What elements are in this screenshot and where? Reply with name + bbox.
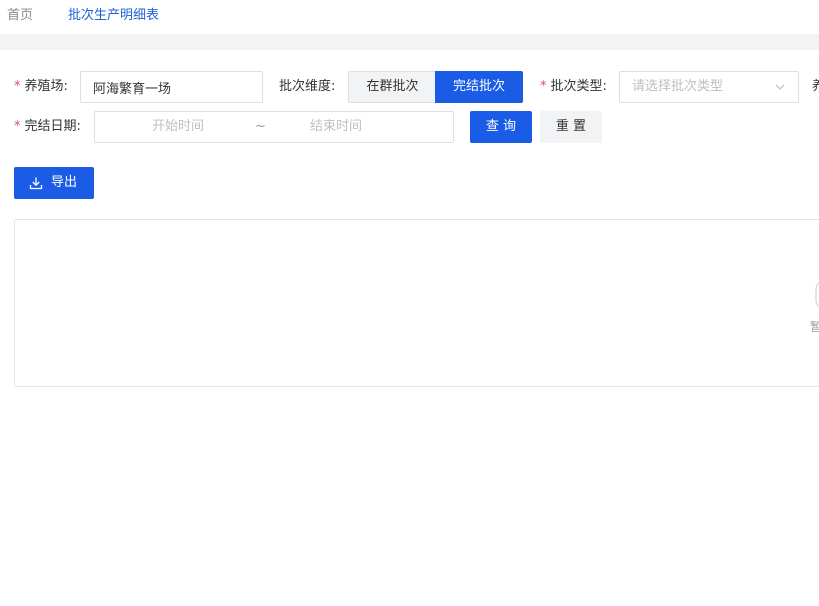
download-icon	[29, 177, 43, 190]
reset-button[interactable]: 重 置	[540, 111, 602, 143]
end-date-placeholder[interactable]: 结束时间	[310, 112, 362, 142]
dimension-label: 批次维度:	[279, 79, 336, 94]
query-button[interactable]: 查 询	[470, 111, 532, 143]
range-separator: ~	[255, 119, 266, 134]
export-label: 导出	[51, 175, 78, 190]
tab-bar: 首页 批次生产明细表	[0, 0, 819, 34]
dimension-option-finished-batch[interactable]: 完结批次	[435, 71, 523, 103]
farm-label: * 养殖场:	[14, 79, 68, 94]
batch-type-select[interactable]: 请选择批次类型	[619, 71, 799, 103]
dimension-option-active-batch[interactable]: 在群批次	[348, 71, 436, 103]
finish-date-range-picker[interactable]: 开始时间 ~ 结束时间	[94, 111, 454, 143]
empty-text: 暂	[810, 320, 819, 334]
batch-type-label: * 批次类型:	[540, 79, 607, 94]
extra-field-label-partial: 养	[812, 79, 819, 94]
finish-date-label: * 完结日期:	[14, 119, 81, 134]
data-table: 暂	[14, 219, 819, 387]
tab-home[interactable]: 首页	[7, 7, 33, 25]
farm-input[interactable]	[80, 71, 263, 103]
export-button[interactable]: 导出	[14, 167, 94, 199]
page: 首页 批次生产明细表 *养殖场: 批次维度: 在群批次 完结批次 *批次类型: …	[0, 0, 819, 606]
empty-box-icon	[815, 281, 819, 308]
required-mark: *	[14, 79, 21, 94]
start-date-placeholder[interactable]: 开始时间	[152, 112, 204, 142]
tab-divider-strip	[0, 34, 819, 50]
chevron-down-icon	[775, 84, 785, 90]
batch-type-placeholder: 请选择批次类型	[632, 79, 724, 94]
tab-batch-production-detail[interactable]: 批次生产明细表	[68, 7, 159, 25]
